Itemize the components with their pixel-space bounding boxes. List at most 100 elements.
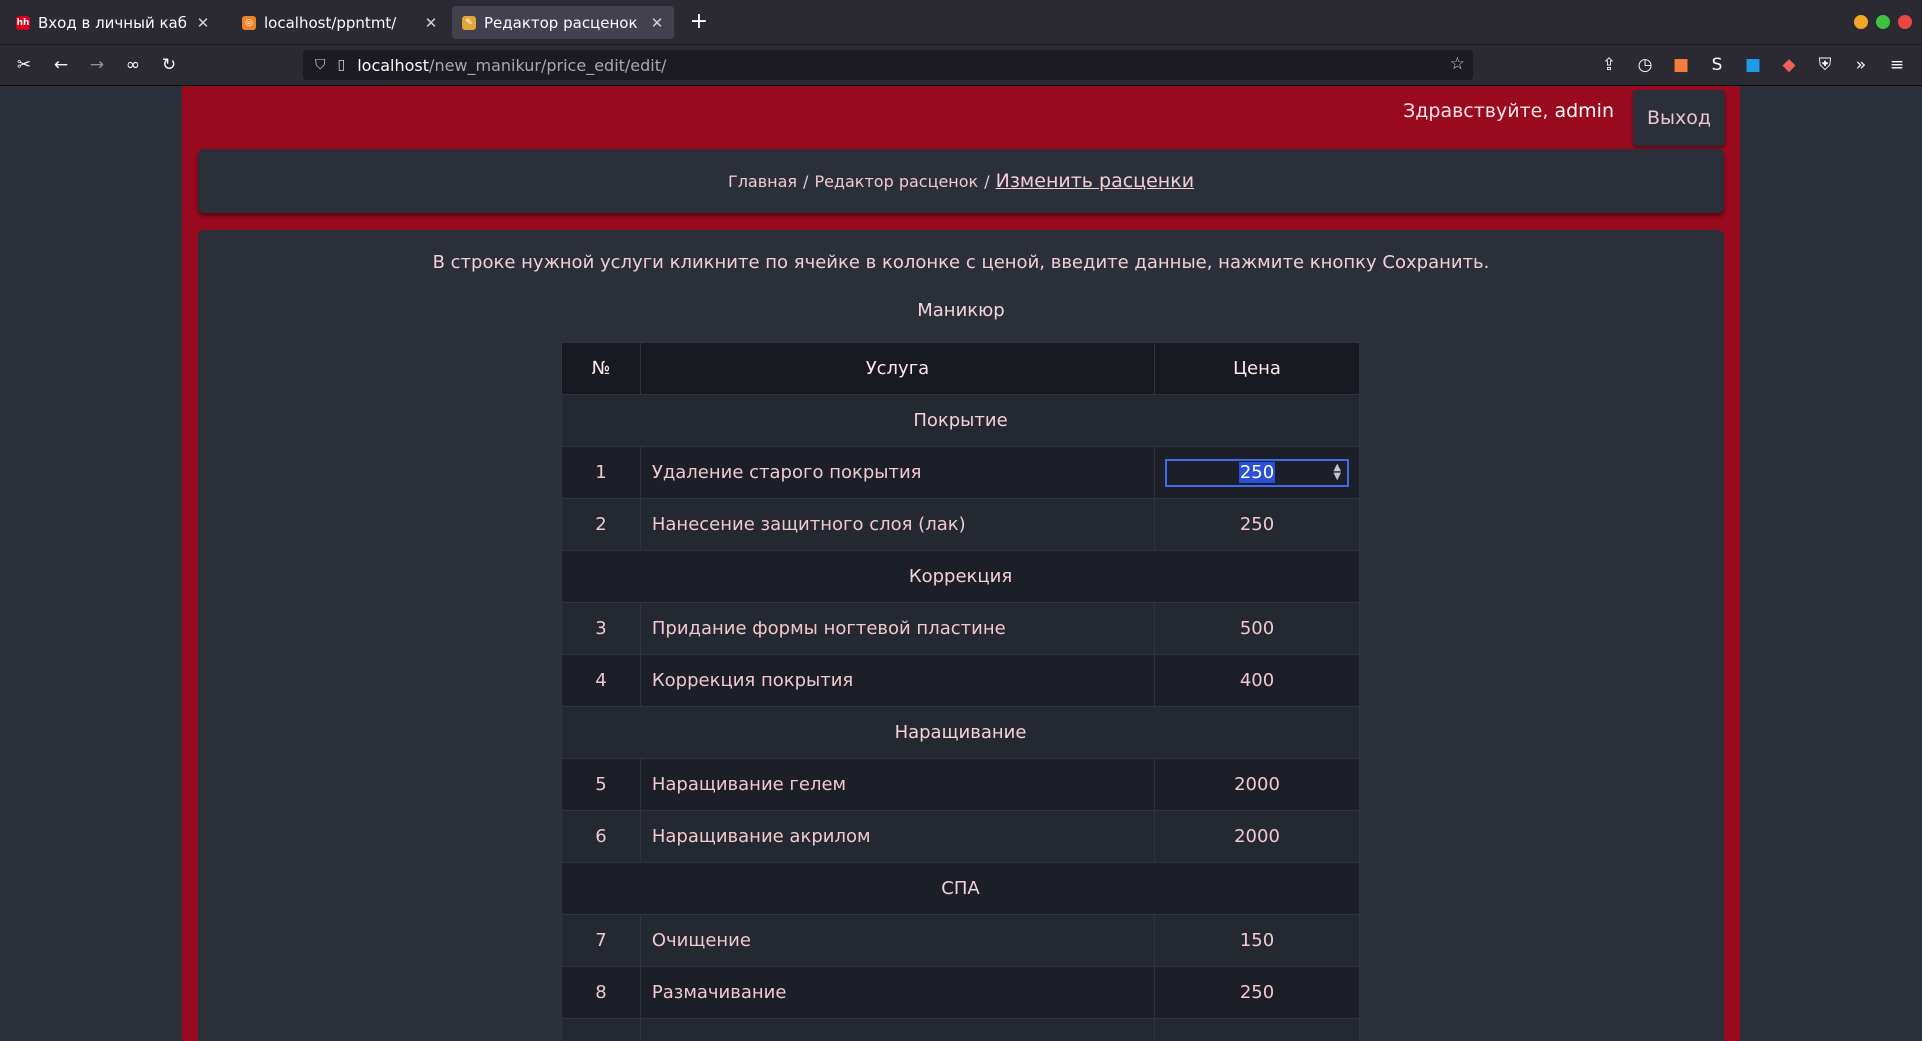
minimize-button[interactable] (1854, 15, 1868, 29)
price-cell[interactable] (1154, 1018, 1360, 1041)
table-row: 2 Нанесение защитного слоя (лак) 250 (561, 498, 1360, 551)
service-name: Коррекция покрытия (639, 654, 1156, 707)
browser-tab-bar: hh Вход в личный кабинет ✕ ◎ localhost/p… (0, 0, 1922, 45)
back-button[interactable]: ← (47, 51, 75, 79)
spinner-icon[interactable]: ▲ ▼ (1333, 462, 1341, 481)
price-cell[interactable]: 150 (1154, 914, 1360, 967)
greeting: Здравствуйте, admin (1403, 100, 1614, 122)
breadcrumb-home[interactable]: Главная (728, 172, 797, 191)
window-controls (1854, 15, 1912, 29)
table-row: 3 Придание формы ногтевой пластине 500 (561, 602, 1360, 655)
logout-button[interactable]: Выход (1633, 90, 1725, 146)
group-row: СПА (561, 862, 1360, 915)
row-number: 4 (561, 654, 641, 707)
row-number: 5 (561, 758, 641, 811)
group-label: Коррекция (561, 550, 1360, 603)
table-row: 4 Коррекция покрытия 400 (561, 654, 1360, 707)
close-window-button[interactable] (1898, 15, 1912, 29)
price-cell[interactable]: 2000 (1154, 758, 1360, 811)
pocket-icon[interactable]: ⇪ (1595, 51, 1623, 79)
screenshot-icon[interactable]: ✂ (10, 51, 38, 79)
table-row (561, 1018, 1360, 1041)
service-name: Придание формы ногтевой пластине (639, 602, 1156, 655)
site-frame: Здравствуйте, admin Выход Главная / Реда… (182, 86, 1740, 1041)
price-input-value[interactable]: 250 (1238, 462, 1276, 483)
instructions-text: В строке нужной услуги кликните по ячейк… (432, 252, 1490, 273)
close-icon[interactable]: ✕ (650, 14, 664, 32)
price-cell[interactable]: 500 (1154, 602, 1360, 655)
table-row: 7 Очищение 150 (561, 914, 1360, 967)
table-row: 6 Наращивание акрилом 2000 (561, 810, 1360, 863)
content-panel: В строке нужной услуги кликните по ячейк… (198, 230, 1724, 1041)
row-number: 3 (561, 602, 641, 655)
table-row: 8 Размачивание 250 (561, 966, 1360, 1019)
price-input[interactable]: 250 ▲ ▼ (1165, 458, 1350, 487)
eraser-icon[interactable]: ◆ (1775, 51, 1803, 79)
group-row: Коррекция (561, 550, 1360, 603)
tab-price-editor[interactable]: ✎ Редактор расценок ✕ (452, 6, 674, 39)
url-bar[interactable]: ⛉ ▯ localhost/new_manikur/price_edit/edi… (303, 50, 1473, 80)
service-name: Удаление старого покрытия (639, 446, 1156, 499)
forward-button[interactable]: → (83, 51, 111, 79)
extension-blue-icon[interactable]: ■ (1739, 51, 1767, 79)
url-path: /new_manikur/price_edit/edit/ (429, 55, 667, 75)
tab-login[interactable]: hh Вход в личный кабинет ✕ (6, 6, 220, 39)
table-row: 1 Удаление старого покрытия 250 ▲ ▼ (561, 446, 1360, 499)
price-cell[interactable]: 2000 (1154, 810, 1360, 863)
breadcrumb-current[interactable]: Изменить расценки (996, 170, 1194, 192)
close-icon[interactable]: ✕ (196, 14, 210, 32)
group-row: Наращивание (561, 706, 1360, 759)
new-tab-button[interactable]: + (686, 8, 712, 36)
maximize-button[interactable] (1876, 15, 1890, 29)
group-label: Покрытие (561, 394, 1360, 447)
group-row: Покрытие (561, 394, 1360, 447)
page-icon: ▯ (337, 57, 346, 73)
column-header: № (561, 342, 641, 395)
row-number: 1 (561, 446, 641, 499)
close-icon[interactable]: ✕ (424, 14, 438, 32)
extension-icon[interactable]: ■ (1667, 51, 1695, 79)
service-name (639, 1018, 1156, 1041)
shield-icon: ⛉ (315, 57, 326, 73)
group-label: Наращивание (561, 706, 1360, 759)
pencil-favicon-icon: ✎ (462, 15, 476, 30)
price-cell[interactable]: 400 (1154, 654, 1360, 707)
breadcrumb-editor[interactable]: Редактор расценок (814, 172, 978, 191)
url-host: localhost (357, 55, 430, 75)
section-title: Маникюр (917, 300, 1005, 321)
row-number (561, 1018, 641, 1041)
extension-s-icon[interactable]: S (1703, 51, 1731, 79)
tab-title: Редактор расценок (484, 13, 638, 32)
greeting-text: Здравствуйте, (1403, 100, 1549, 122)
tab-title: localhost/ppntmt/ (264, 13, 397, 32)
tab-title: Вход в личный кабинет (38, 13, 188, 32)
browser-nav-bar: ✂ ← → ∞ ↻ ⛉ ▯ localhost/new_manikur/pric… (0, 45, 1922, 86)
price-cell[interactable]: 250 (1154, 966, 1360, 1019)
price-cell[interactable]: 250 (1154, 498, 1360, 551)
column-header: Цена (1154, 342, 1360, 395)
row-number: 7 (561, 914, 641, 967)
tab-phpmyadmin[interactable]: ◎ localhost/ppntmt/ ✕ (232, 6, 448, 39)
user-name: admin (1554, 100, 1614, 122)
shield-extension-icon[interactable]: ⛨ (1811, 51, 1839, 79)
hh-favicon-icon: hh (16, 15, 30, 30)
row-number: 8 (561, 966, 641, 1019)
page: Здравствуйте, admin Выход Главная / Реда… (0, 86, 1922, 1041)
group-label: СПА (561, 862, 1360, 915)
private-mask-icon[interactable]: ∞ (119, 51, 147, 79)
overflow-icon[interactable]: » (1847, 51, 1875, 79)
price-cell[interactable]: 250 ▲ ▼ (1154, 446, 1360, 499)
column-header: Услуга (639, 342, 1156, 395)
price-table: № Услуга Цена Покрытие 1 Удаление старог… (561, 342, 1360, 1041)
service-name: Наращивание гелем (639, 758, 1156, 811)
breadcrumb: Главная / Редактор расценок / Изменить р… (198, 149, 1724, 213)
table-header-row: № Услуга Цена (561, 342, 1360, 395)
row-number: 6 (561, 810, 641, 863)
breadcrumb-separator: / (803, 171, 809, 191)
history-icon[interactable]: ◷ (1631, 51, 1659, 79)
reload-button[interactable]: ↻ (155, 51, 183, 79)
menu-icon[interactable]: ≡ (1883, 51, 1911, 79)
breadcrumb-separator: / (984, 171, 990, 191)
row-number: 2 (561, 498, 641, 551)
bookmark-star-icon[interactable]: ☆ (1450, 54, 1465, 74)
